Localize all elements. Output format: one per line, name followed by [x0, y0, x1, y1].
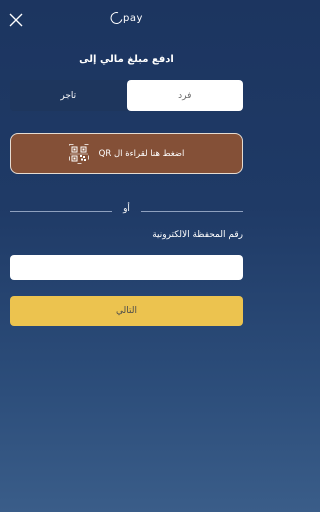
logo-text: pay	[123, 12, 143, 24]
scan-qr-button[interactable]: اضغط هنا لقراءة ال QR	[10, 133, 243, 174]
divider-line-right	[141, 211, 243, 212]
page-title: ادفع مبلغ مالي إلى	[79, 54, 174, 65]
app-logo: pay	[107, 9, 143, 27]
segment-individual[interactable]: فرد	[126, 80, 243, 111]
close-icon[interactable]	[8, 12, 24, 28]
wallet-number-input[interactable]	[10, 255, 243, 280]
wallet-number-label: رقم المحفظة الالكترونية	[152, 230, 243, 240]
qr-code-icon	[68, 143, 89, 164]
top-bar: pay	[0, 0, 253, 40]
scan-qr-label: اضغط هنا لقراءة ال QR	[98, 148, 185, 159]
logo-mark-icon	[107, 9, 125, 27]
recipient-type-toggle: تاجر فرد	[10, 80, 243, 111]
divider-line-left	[10, 211, 112, 212]
segment-merchant[interactable]: تاجر	[10, 80, 127, 111]
divider-text: أو	[123, 204, 130, 214]
next-button[interactable]: التالي	[10, 296, 243, 326]
or-divider: أو	[10, 204, 243, 218]
